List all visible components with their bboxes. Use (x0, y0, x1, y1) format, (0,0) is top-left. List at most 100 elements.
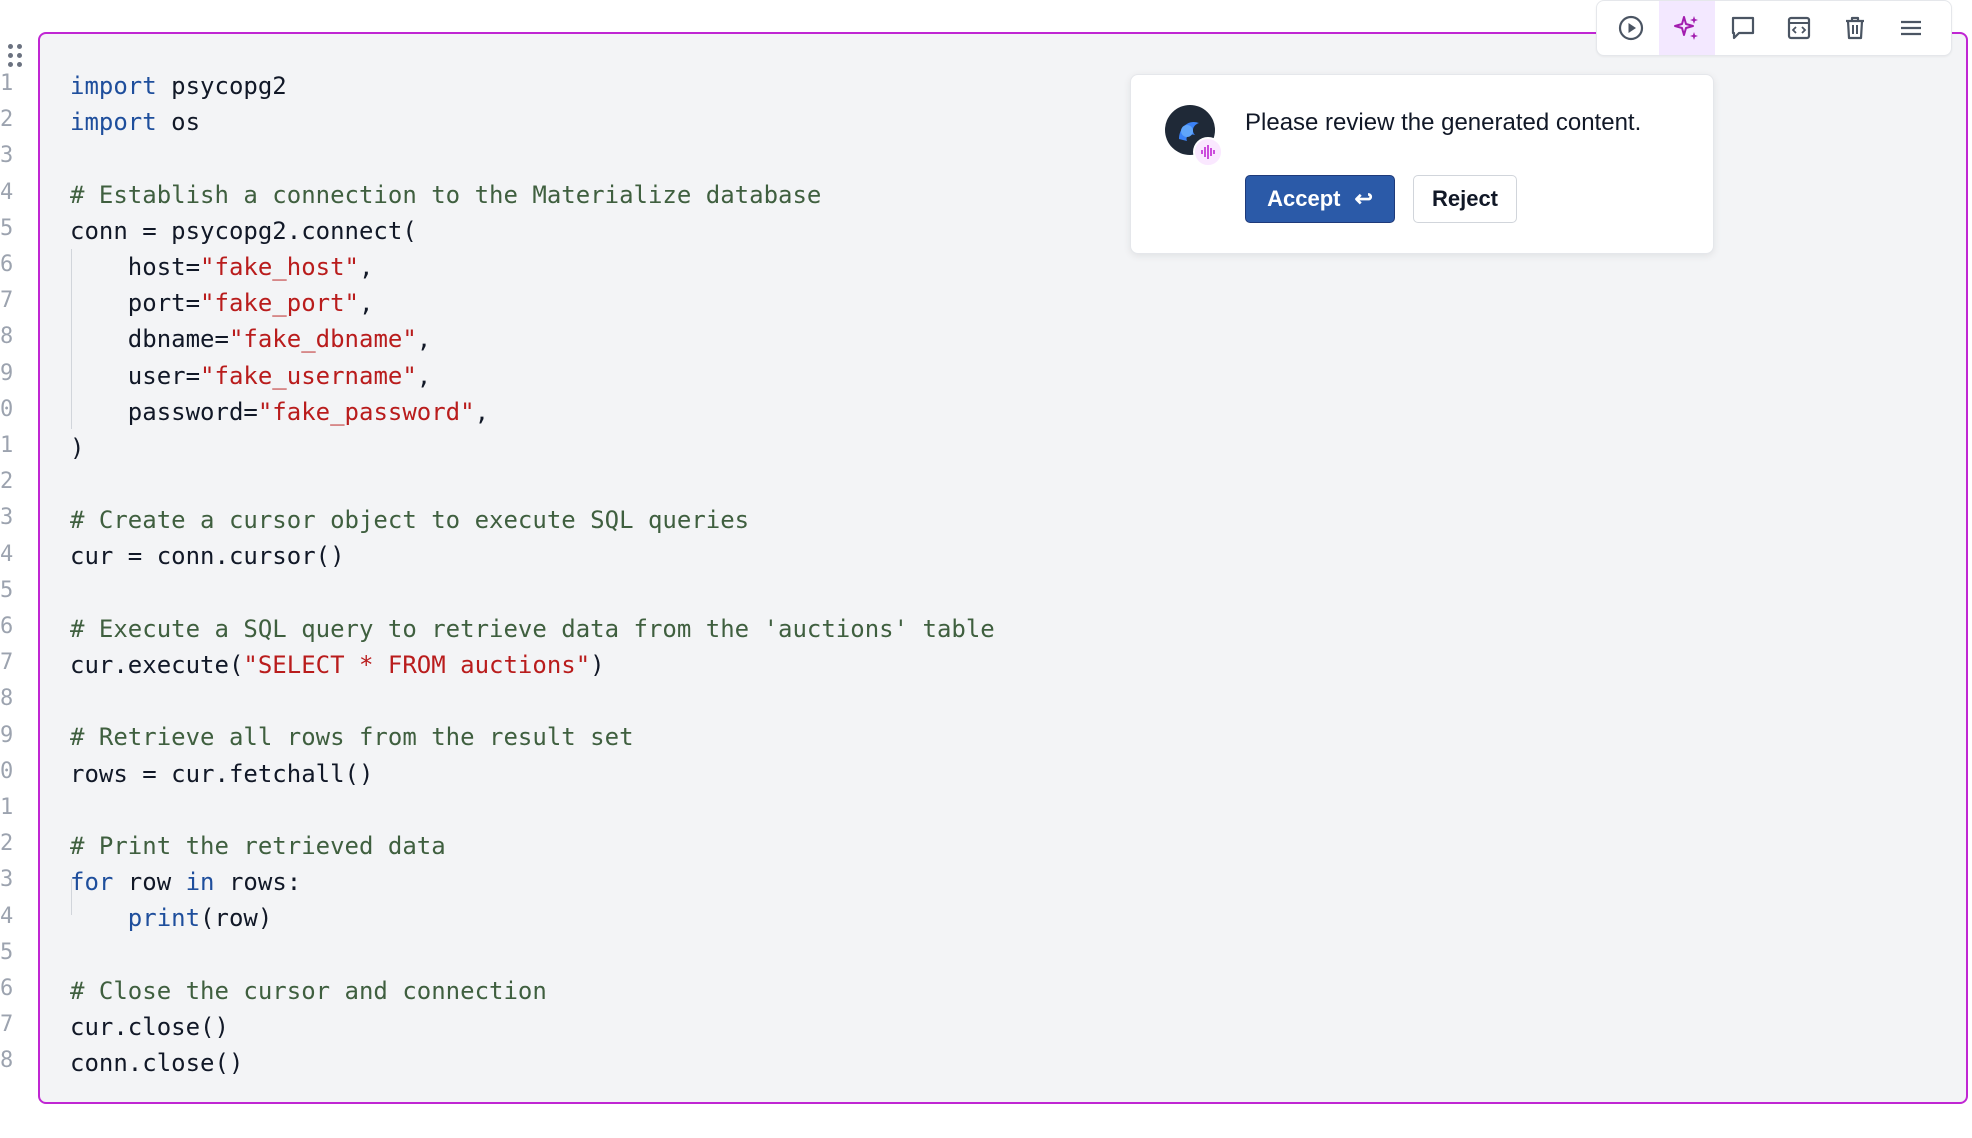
line-number: 1 (0, 795, 14, 820)
line-number: 4 (0, 541, 14, 567)
review-popover: Please review the generated content. Acc… (1130, 74, 1714, 254)
delete-button[interactable] (1827, 1, 1883, 55)
line-number: 7 (0, 288, 14, 314)
code-line: # Execute a SQL query to retrieve data f… (70, 611, 995, 647)
code-line: port="fake_port", (70, 285, 995, 321)
code-token: in (185, 868, 215, 897)
run-icon (1618, 15, 1644, 41)
code-token: , (416, 325, 432, 354)
code-token: for (70, 868, 114, 897)
code-line: host="fake_host", (70, 249, 995, 285)
code-line: conn = psycopg2.connect( (70, 213, 995, 249)
line-number: 5 (0, 577, 14, 603)
line-number: 7 (0, 650, 14, 676)
code-token: , (359, 252, 374, 281)
review-message: Please review the generated content. (1245, 109, 1642, 136)
line-number: 8 (0, 686, 14, 712)
line-number: 4 (0, 179, 14, 205)
code-line: import os (70, 104, 995, 140)
code-block-icon (1787, 16, 1811, 40)
code-view-button[interactable] (1771, 1, 1827, 55)
code-token: import (70, 72, 157, 100)
ai-assist-button[interactable] (1659, 1, 1715, 55)
code-token: ) (590, 651, 605, 679)
code-token: (row) (200, 904, 273, 933)
code-line: cur = conn.cursor() (70, 538, 995, 574)
line-number: 5 (0, 939, 14, 965)
code-token: user= (70, 361, 201, 390)
code-editor[interactable]: import psycopg2 import os # Establish a co… (70, 68, 995, 1081)
code-token: conn.close() (70, 1049, 244, 1078)
code-token: "SELECT * FROM auctions" (243, 651, 591, 679)
code-token: # Close the cursor and connection (70, 976, 547, 1005)
line-number: 4 (0, 903, 14, 929)
line-number: 8 (0, 1048, 14, 1074)
line-number: 8 (0, 324, 14, 350)
code-token: , (474, 397, 490, 426)
enter-key-icon: ↩ (1354, 186, 1373, 211)
line-number: 0 (0, 396, 14, 422)
line-number: 2 (0, 469, 14, 495)
line-number: 6 (0, 614, 14, 639)
code-token: rows = cur.fetchall() (70, 759, 374, 788)
code-line: cur.close() (70, 1009, 995, 1045)
code-line: print(row) (70, 900, 995, 936)
line-number: 9 (0, 722, 14, 748)
comment-icon (1731, 16, 1755, 40)
line-number: 3 (0, 505, 14, 531)
code-line: # Close the cursor and connection (70, 973, 995, 1009)
code-token: port= (70, 289, 201, 318)
voice-badge-icon (1193, 137, 1223, 167)
code-line: # Create a cursor object to execute SQL … (70, 502, 995, 538)
code-line: password="fake_password", (70, 394, 995, 430)
code-token: import (70, 108, 157, 137)
code-token: "fake_username" (200, 361, 417, 390)
code-token: # Establish a connection to the Material… (70, 180, 822, 209)
code-token: row (113, 868, 186, 897)
code-token: ) (70, 433, 85, 462)
code-line: ) (70, 430, 995, 466)
line-number: 5 (0, 215, 14, 241)
comment-button[interactable] (1715, 1, 1771, 55)
more-menu-button[interactable] (1883, 1, 1939, 55)
code-line: user="fake_username", (70, 358, 995, 394)
line-number: 0 (0, 758, 14, 784)
trash-icon (1846, 16, 1864, 40)
code-token: # Print the retrieved data (70, 831, 446, 860)
line-number: 2 (0, 107, 14, 133)
run-button[interactable] (1603, 1, 1659, 55)
code-token: "fake_host" (200, 252, 359, 281)
code-token: # Retrieve all rows from the result set (70, 723, 634, 752)
line-number: 1 (0, 433, 14, 458)
code-token: os (156, 108, 201, 137)
code-token: rows: (214, 868, 302, 897)
code-line: import psycopg2 (70, 68, 995, 104)
code-token: dbname= (70, 325, 229, 354)
cell-toolbar (1596, 0, 1952, 56)
code-token: "fake_dbname" (228, 325, 417, 354)
code-token: "fake_port" (200, 289, 359, 318)
drag-handle-icon[interactable] (8, 44, 28, 74)
code-line: rows = cur.fetchall() (70, 756, 995, 792)
code-line: cur.execute("SELECT * FROM auctions") (70, 647, 995, 683)
code-token: , (359, 289, 374, 318)
code-token: cur.close() (70, 1012, 229, 1041)
code-line: for row in rows: (70, 864, 995, 900)
code-token: # Create a cursor object to execute SQL … (70, 506, 750, 535)
code-token: password= (70, 397, 258, 426)
accept-label: Accept (1267, 186, 1341, 211)
reject-button[interactable]: Reject (1413, 175, 1517, 223)
code-token: host= (70, 252, 201, 281)
code-token: conn = psycopg2.connect( (70, 216, 417, 245)
code-line: # Print the retrieved data (70, 828, 995, 864)
menu-icon (1901, 20, 1921, 36)
accept-button[interactable]: Accept ↩ (1245, 175, 1395, 223)
line-number: 2 (0, 831, 14, 857)
line-number: 6 (0, 976, 14, 1001)
